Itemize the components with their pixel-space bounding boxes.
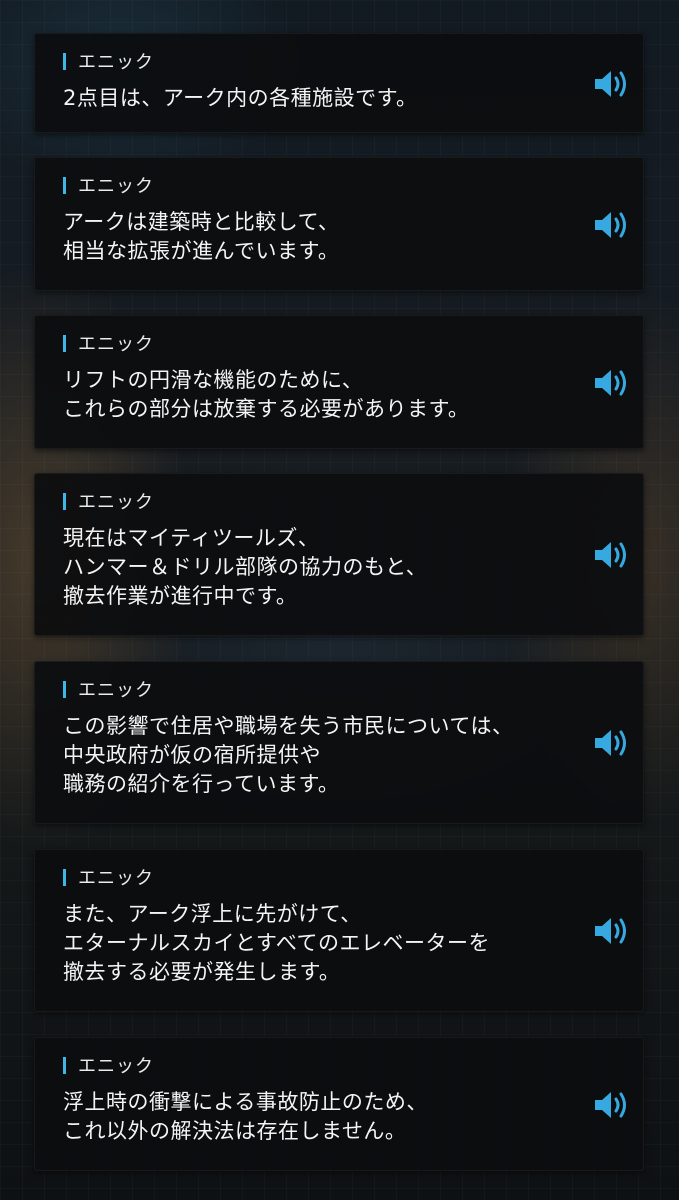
voice-play-button[interactable] <box>593 1090 631 1120</box>
voice-play-button[interactable] <box>593 916 631 946</box>
speaker-name: エニック <box>78 492 154 513</box>
speaker-name: エニック <box>78 680 154 701</box>
voice-play-button[interactable] <box>593 728 631 758</box>
dialogue-text: リフトの円滑な機能のために、 これらの部分は放棄する必要があります。 <box>63 368 470 421</box>
dialogue-entry: エニック 現在はマイティツールズ、 ハンマー＆ドリル部隊の協力のもと、 撤去作業… <box>34 473 644 636</box>
dialogue-text: 2点目は、アーク内の各種施設です。 <box>63 86 418 110</box>
speaker-label: エニック <box>63 867 154 889</box>
voice-play-button[interactable] <box>593 210 631 240</box>
dialogue-entry: エニック リフトの円滑な機能のために、 これらの部分は放棄する必要があります。 <box>34 315 644 449</box>
speaker-name: エニック <box>78 52 154 73</box>
speaker-volume-icon <box>595 918 626 944</box>
speaker-accent-bar <box>63 680 66 698</box>
speaker-label: エニック <box>63 333 154 355</box>
speaker-accent-bar <box>63 868 66 886</box>
speaker-name: エニック <box>78 1056 154 1077</box>
speaker-name: エニック <box>78 334 154 355</box>
speaker-volume-icon <box>595 1092 626 1118</box>
dialogue-entry: エニック この影響で住居や職場を失う市民については、 中央政府が仮の宿所提供や … <box>34 661 644 824</box>
voice-play-button[interactable] <box>593 368 631 398</box>
dialogue-entry: エニック 2点目は、アーク内の各種施設です。 <box>34 33 644 133</box>
dialogue-entry: エニック アークは建築時と比較して、 相当な拡張が進んでいます。 <box>34 157 644 291</box>
speaker-volume-icon <box>595 71 626 97</box>
speaker-accent-bar <box>63 52 66 70</box>
voice-play-button[interactable] <box>593 69 631 99</box>
speaker-name: エニック <box>78 868 154 889</box>
speaker-accent-bar <box>63 176 66 194</box>
speaker-accent-bar <box>63 1056 66 1074</box>
voice-play-button[interactable] <box>593 540 631 570</box>
dialogue-text: 浮上時の衝撃による事故防止のため、 これ以外の解決法は存在しません。 <box>63 1090 428 1143</box>
speaker-label: エニック <box>63 679 154 701</box>
speaker-label: エニック <box>63 1055 154 1077</box>
speaker-label: エニック <box>63 51 154 73</box>
speaker-label: エニック <box>63 175 154 197</box>
speaker-volume-icon <box>595 212 626 238</box>
speaker-label: エニック <box>63 491 154 513</box>
dialogue-text: 現在はマイティツールズ、 ハンマー＆ドリル部隊の協力のもと、 撤去作業が進行中で… <box>63 526 428 608</box>
speaker-accent-bar <box>63 334 66 352</box>
dialogue-entry: エニック 浮上時の衝撃による事故防止のため、 これ以外の解決法は存在しません。 <box>34 1037 644 1171</box>
dialogue-entry: エニック また、アーク浮上に先がけて、 エターナルスカイとすべてのエレベーターを… <box>34 849 644 1012</box>
dialogue-text: アークは建築時と比較して、 相当な拡張が進んでいます。 <box>63 210 340 263</box>
speaker-volume-icon <box>595 542 626 568</box>
dialogue-text: この影響で住居や職場を失う市民については、 中央政府が仮の宿所提供や 職務の紹介… <box>63 714 514 796</box>
speaker-volume-icon <box>595 370 626 396</box>
speaker-name: エニック <box>78 176 154 197</box>
speaker-accent-bar <box>63 492 66 510</box>
dialogue-text: また、アーク浮上に先がけて、 エターナルスカイとすべてのエレベーターを 撤去する… <box>63 902 491 984</box>
speaker-volume-icon <box>595 730 626 756</box>
